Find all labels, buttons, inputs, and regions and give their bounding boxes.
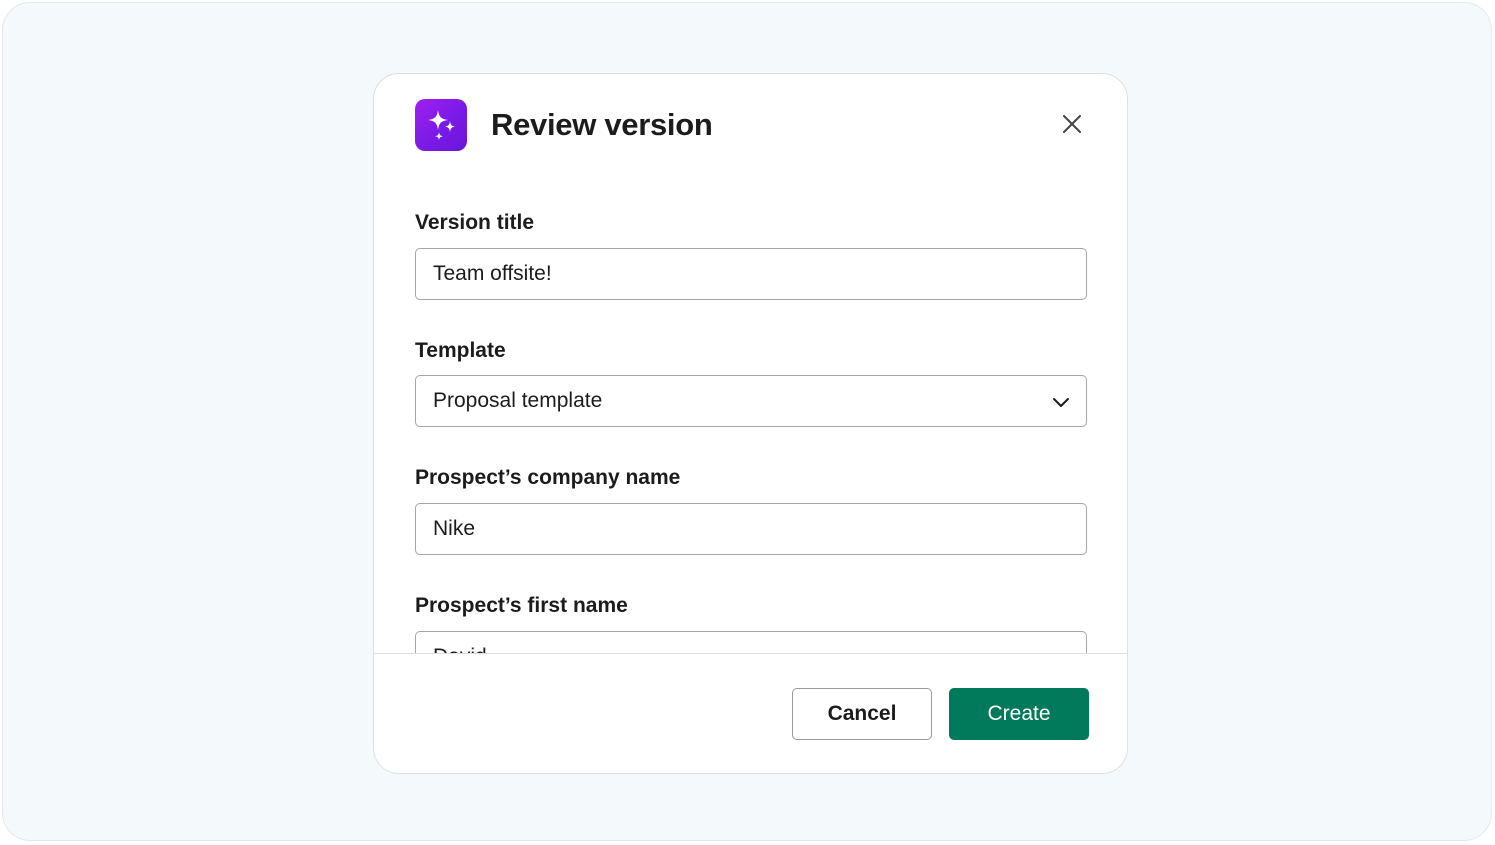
first-name-input[interactable]	[415, 631, 1087, 653]
version-title-input[interactable]	[415, 248, 1087, 300]
review-version-modal: Review version Version title Template Pr…	[373, 73, 1128, 774]
sparkles-icon	[428, 110, 455, 140]
create-button[interactable]: Create	[949, 688, 1089, 740]
template-label: Template	[415, 339, 506, 362]
page-background: Review version Version title Template Pr…	[2, 2, 1492, 841]
first-name-label: Prospect’s first name	[415, 594, 628, 617]
cancel-button[interactable]: Cancel	[792, 688, 932, 740]
close-icon	[1063, 115, 1081, 133]
template-select[interactable]: Proposal template	[415, 375, 1087, 427]
modal-body[interactable]: Review version Version title Template Pr…	[374, 74, 1127, 653]
modal-title: Review version	[491, 107, 713, 142]
company-name-label: Prospect’s company name	[415, 466, 681, 489]
company-name-input[interactable]	[415, 503, 1087, 555]
modal-footer: Cancel Create	[374, 653, 1127, 773]
close-button[interactable]	[1058, 110, 1086, 138]
template-select-value: Proposal template	[433, 389, 603, 412]
chevron-down-icon	[1053, 398, 1069, 407]
version-title-label: Version title	[415, 211, 535, 234]
app-icon	[415, 99, 467, 151]
